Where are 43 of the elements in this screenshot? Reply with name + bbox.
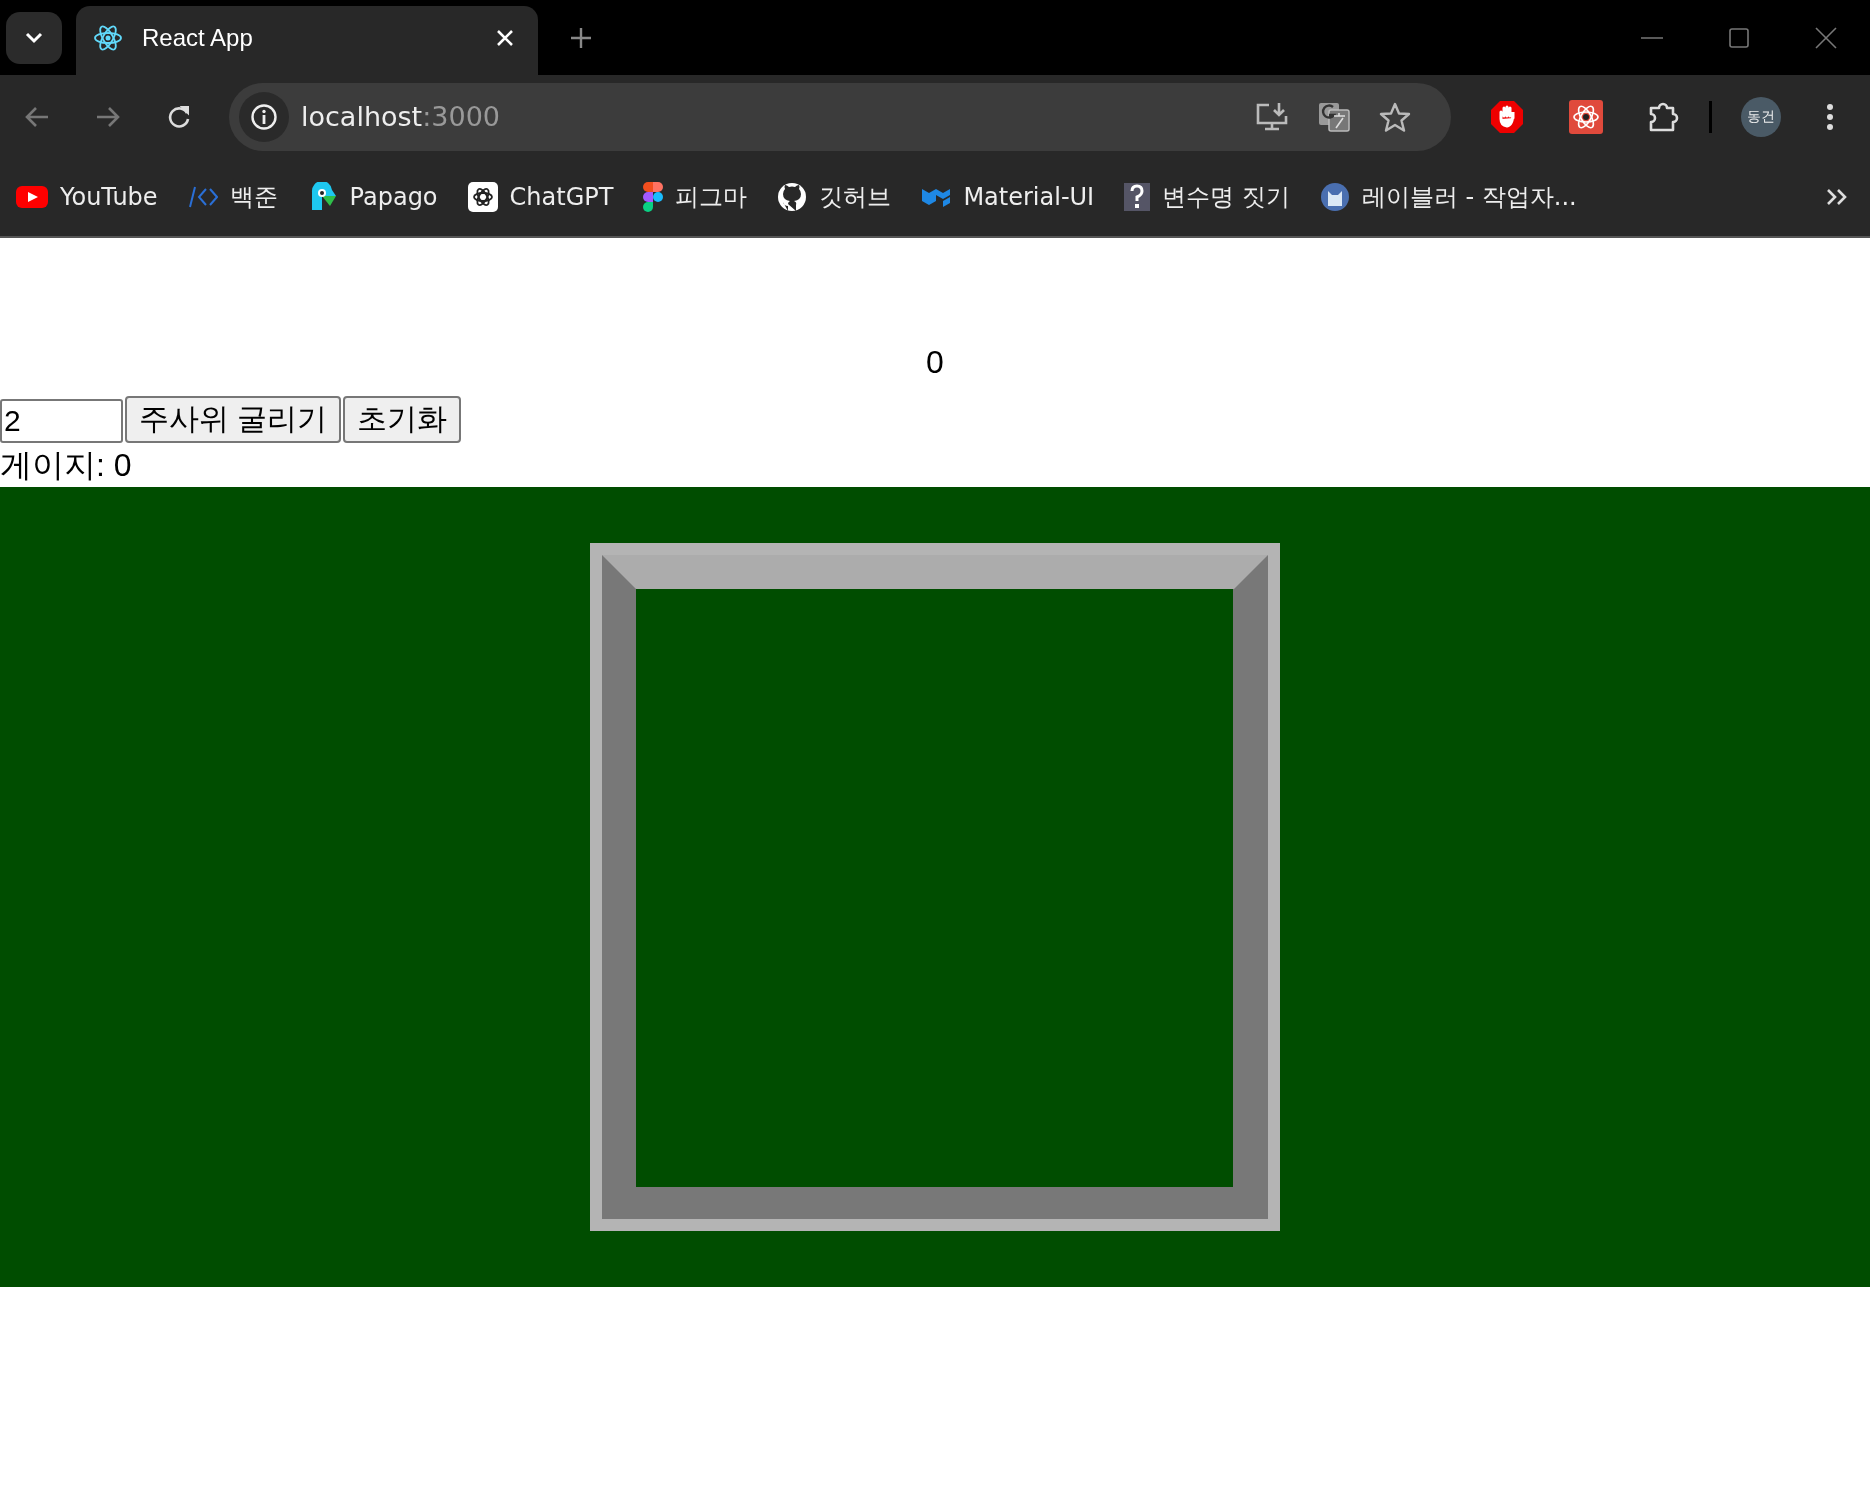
bookmark-item[interactable]: ChatGPT	[467, 182, 614, 212]
bookmark-item[interactable]: 깃허브	[777, 181, 892, 213]
star-icon[interactable]	[1379, 101, 1411, 132]
atom-icon[interactable]	[1569, 99, 1603, 134]
tab-title: React App	[142, 23, 254, 52]
action-button[interactable]: 초기화	[343, 396, 462, 443]
play-logo-icon	[16, 186, 48, 208]
browser-tab[interactable]: React App	[76, 6, 538, 75]
bookmark-item[interactable]: 피그마	[643, 181, 748, 213]
chevron-down-icon	[24, 30, 44, 45]
bookmark-item[interactable]: 백준	[187, 181, 278, 213]
profile-avatar[interactable]: 동건	[1741, 96, 1781, 137]
bookmark-item[interactable]: 레이블러 - 작업자...	[1319, 181, 1577, 213]
reload-icon[interactable]	[166, 103, 192, 130]
maximize-icon[interactable]	[1729, 27, 1749, 48]
hand-stop-icon[interactable]	[1490, 99, 1524, 134]
gauge-label: 게이지: 0	[0, 446, 133, 485]
bookmark-item[interactable]: Papago	[307, 182, 438, 212]
more-vertical-icon[interactable]	[1826, 102, 1834, 131]
bookmark-item[interactable]: 변수명 짓기	[1124, 181, 1290, 213]
translate-icon[interactable]	[1317, 100, 1351, 133]
bookmark-item[interactable]: Material-UI	[921, 183, 1095, 211]
info-icon	[250, 102, 278, 131]
question-mark-icon	[1124, 183, 1151, 211]
install-app-icon[interactable]	[1255, 101, 1289, 132]
site-info-button[interactable]	[239, 91, 289, 142]
tab-search-button[interactable]	[6, 11, 62, 64]
code-brackets-icon	[187, 186, 218, 208]
address-bar[interactable]: localhost:3000	[229, 82, 1451, 151]
knot-logo-icon	[467, 182, 498, 212]
counter-value: 0	[925, 343, 945, 382]
cat-face-icon	[1319, 182, 1350, 212]
bookmark-item[interactable]: YouTube	[16, 183, 158, 211]
action-button[interactable]: 주사위 굴리기	[125, 396, 342, 443]
puzzle-icon[interactable]	[1648, 100, 1680, 133]
back-arrow-icon[interactable]	[24, 104, 50, 129]
url-text: localhost:3000	[301, 101, 500, 132]
plus-icon[interactable]	[570, 26, 592, 49]
double-chevron-icon[interactable]	[1826, 188, 1848, 206]
minimize-icon[interactable]	[1641, 35, 1663, 40]
forward-arrow-icon[interactable]	[95, 104, 121, 129]
dice-count-input[interactable]: 2	[0, 399, 123, 443]
shapes-logo-icon	[643, 182, 664, 212]
